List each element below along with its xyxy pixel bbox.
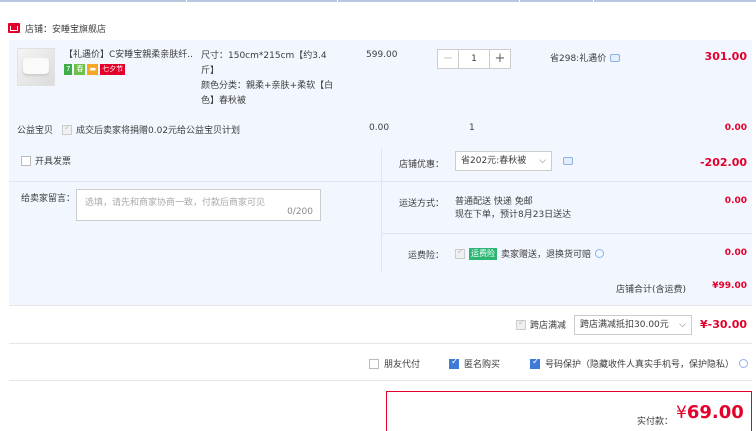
divider — [9, 380, 752, 381]
number-protect-checkbox[interactable] — [530, 357, 540, 369]
message-placeholder: 选填，请先和商家协商一致，付款后商家可见 — [85, 198, 266, 208]
help-icon[interactable] — [739, 359, 749, 368]
help-icon[interactable] — [595, 249, 605, 258]
anonymous-checkbox[interactable] — [449, 357, 459, 369]
insurance-checkbox — [455, 247, 465, 259]
cross-store-label: 跨店满减 — [530, 321, 567, 331]
tag-7: 7 — [64, 64, 73, 75]
message-counter: 0/200 — [287, 207, 313, 217]
promo-text: 省298:礼遇价 — [550, 54, 607, 64]
store-header: 店铺： 安睡宝旗舰店 — [8, 20, 106, 36]
invoice-label: 开具发票 — [35, 157, 72, 167]
decrease-button[interactable]: − — [437, 49, 459, 69]
friend-pay-option[interactable]: 朋友代付 — [369, 357, 420, 370]
divider — [9, 305, 752, 306]
item-subtotal: 301.00 — [704, 50, 747, 63]
chevron-down-icon: ⌵ — [679, 320, 686, 330]
anonymous-label: 匿名购买 — [464, 360, 501, 370]
shipping-eta: 现在下单，预计8月23日送达 — [455, 210, 572, 220]
invoice-option[interactable]: 开具发票 — [21, 154, 71, 167]
shipping-method: 普通配送 快递 免邮 — [455, 197, 533, 207]
payment-label: 实付款： — [637, 417, 674, 427]
insurance-value: 0.00 — [724, 248, 747, 258]
anonymous-option[interactable]: 匿名购买 — [449, 357, 500, 370]
chat-icon[interactable] — [610, 53, 621, 62]
product-attributes: 尺寸：150cm*215cm【约3.4 斤】 颜色分类：親柔+亲肤+柔软【白 色… — [201, 49, 361, 109]
product-thumbnail[interactable] — [17, 48, 55, 86]
message-textarea[interactable]: 选填，请先和商家协商一致，付款后商家可见 0/200 — [76, 189, 321, 221]
shipping-value: 0.00 — [724, 196, 747, 206]
friend-pay-label: 朋友代付 — [384, 360, 421, 370]
friend-pay-checkbox[interactable] — [369, 358, 379, 369]
increase-button[interactable]: + — [489, 49, 511, 69]
top-border — [0, 0, 756, 2]
attr-color: 颜色分类：親柔+亲肤+柔软【白 — [201, 81, 334, 91]
divider — [382, 181, 752, 182]
divider — [382, 233, 752, 234]
charity-subtotal: 0.00 — [724, 123, 747, 133]
store-discount-value: -202.00 — [699, 156, 747, 169]
unit-price: 599.00 — [366, 50, 398, 60]
attr-color-cont: 色】春秋被 — [201, 96, 247, 106]
insurance-option: 运费险 卖家赠送，退换货可赔 — [455, 247, 605, 260]
invoice-checkbox[interactable] — [21, 155, 31, 166]
chat-icon[interactable] — [563, 157, 573, 165]
insurance-text: 卖家赠送，退换货可赔 — [501, 250, 592, 260]
attr-size: 尺寸：150cm*215cm【约3.4 — [201, 51, 327, 61]
charity-price: 0.00 — [369, 123, 390, 133]
payment-value: 69.00 — [686, 402, 744, 423]
shipping-label: 运送方式： — [399, 199, 445, 209]
shipping-info: 普通配送 快递 免邮 现在下单，预计8月23日送达 — [455, 196, 571, 222]
insurance-label: 运费险： — [408, 251, 445, 261]
quantity-stepper: − 1 + — [437, 49, 511, 69]
product-tags: 7 春 ▬ 七夕节 — [64, 64, 126, 75]
store-discount-select[interactable]: 省202元:春秋被 ⌵ — [455, 151, 552, 171]
chevron-down-icon: ⌵ — [539, 156, 546, 166]
number-protect-label: 号码保护（隐藏收件人真实手机号，保护隐私） — [545, 360, 735, 370]
charity-checkbox — [62, 123, 72, 135]
cross-store-value: ¥-30.00 — [699, 318, 747, 331]
store-discount-selected: 省202元:春秋被 — [461, 156, 527, 166]
store-total-label: 店铺合计(含运费) — [616, 285, 687, 295]
product-title[interactable]: 【礼遇价】C安睡宝親柔亲肤纤... — [64, 49, 194, 62]
number-protect-option[interactable]: 号码保护（隐藏收件人真实手机号，保护隐私） — [530, 357, 749, 370]
charity-qty: 1 — [469, 123, 475, 133]
tag-qixi: 七夕节 — [100, 64, 126, 75]
store-total-value: ¥99.00 — [712, 281, 747, 291]
store-discount-label: 店铺优惠： — [399, 160, 445, 170]
cross-store-select[interactable]: 跨店满减抵扣30.00元 ⌵ — [574, 315, 692, 335]
quantity-input[interactable]: 1 — [459, 49, 489, 69]
charity-text: 成交后卖家将捐赠0.02元给公益宝贝计划 — [76, 126, 241, 136]
cross-store-selected: 跨店满减抵扣30.00元 — [580, 320, 669, 330]
tag-spring: 春 — [74, 64, 86, 75]
divider — [9, 181, 381, 182]
store-icon — [8, 23, 20, 33]
charity-label: 公益宝贝 — [17, 126, 54, 136]
insurance-badge: 运费险 — [469, 247, 497, 260]
tag-card-icon: ▬ — [87, 64, 99, 75]
item-promo: 省298:礼遇价 — [550, 51, 621, 64]
divider — [9, 343, 752, 344]
cross-store-checkbox — [516, 318, 526, 330]
store-label: 店铺： — [25, 24, 53, 35]
cross-store-discount: 跨店满减 — [516, 318, 566, 331]
attr-size-cont: 斤】 — [201, 66, 220, 76]
store-name[interactable]: 安睡宝旗舰店 — [52, 22, 106, 35]
divider — [381, 148, 382, 272]
charity-option: 成交后卖家将捐赠0.02元给公益宝贝计划 — [62, 123, 240, 136]
payment-amount: ¥69.00 — [676, 402, 744, 423]
currency-symbol: ¥ — [676, 403, 687, 423]
message-label: 给卖家留言： — [21, 194, 76, 204]
